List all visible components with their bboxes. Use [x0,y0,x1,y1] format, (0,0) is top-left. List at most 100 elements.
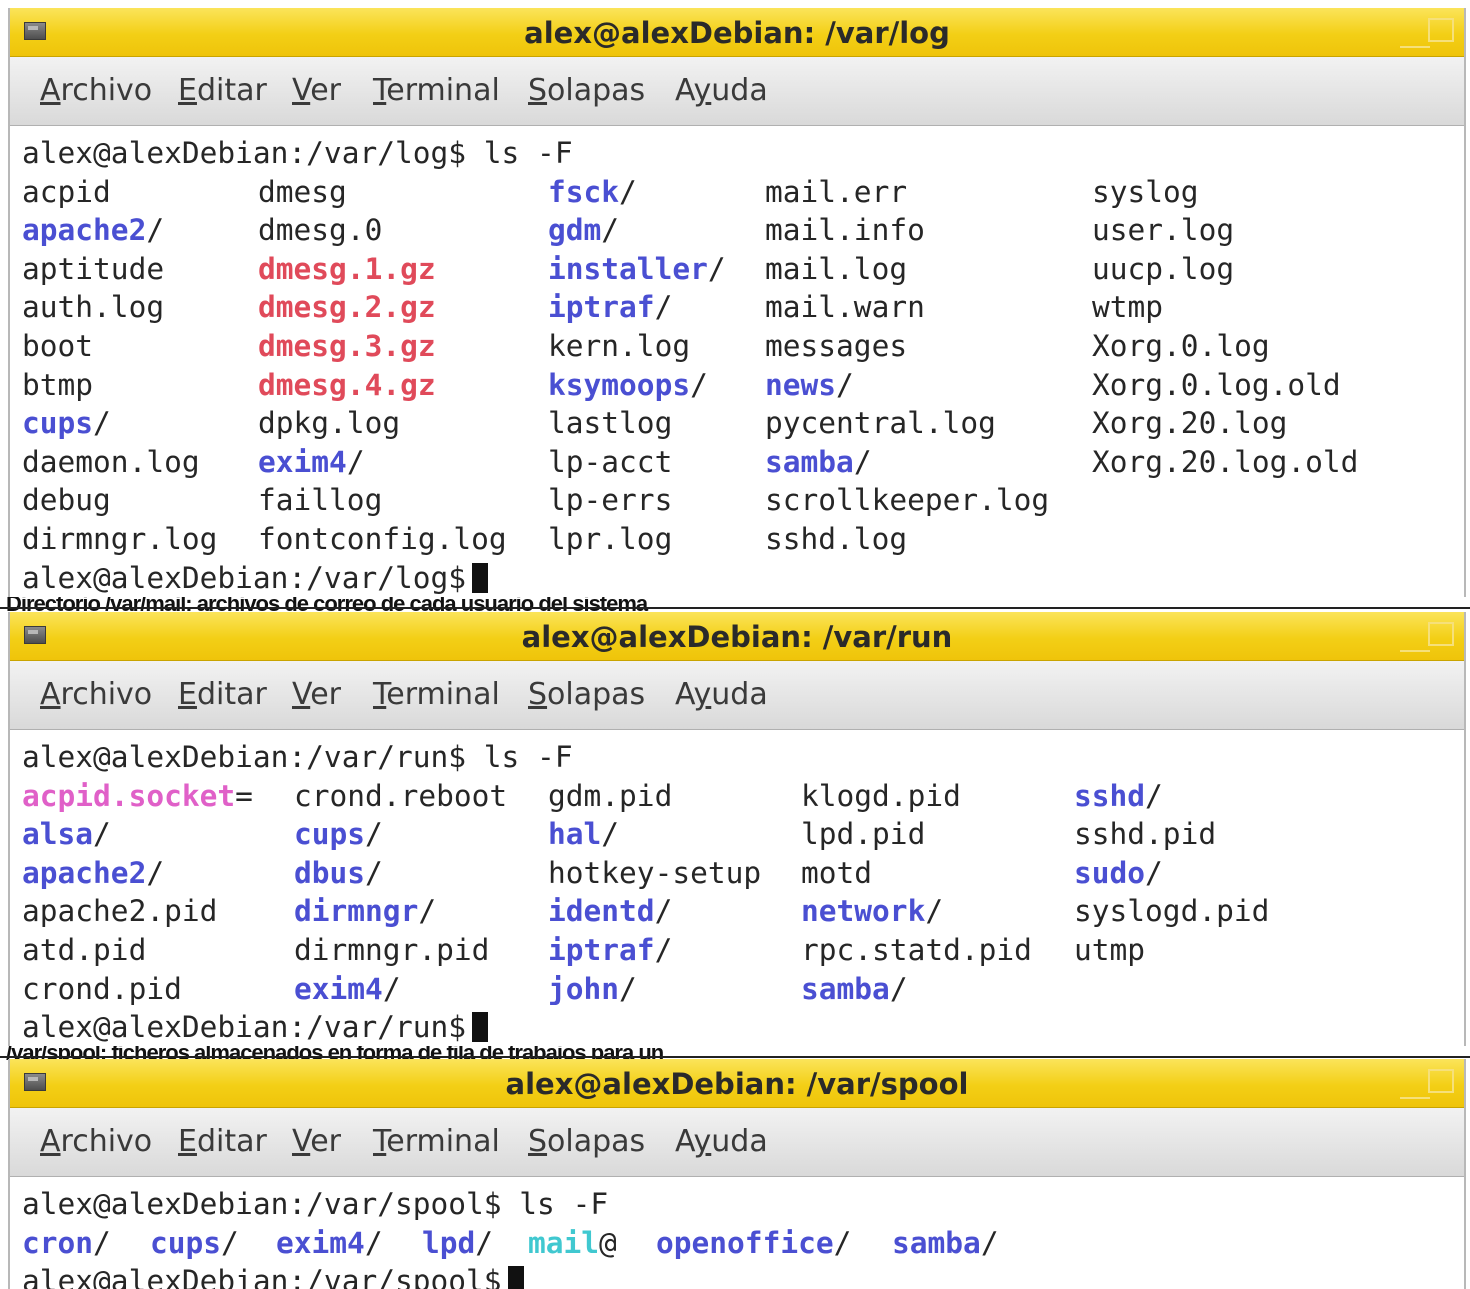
window-controls-icon[interactable] [1396,1067,1456,1101]
prompt-line[interactable]: alex@alexDebian:/var/spool$ [22,1262,524,1289]
file-entry: hal/ [548,817,620,852]
file-entry: messages [765,329,908,363]
file-entry: cups/ [22,406,111,441]
file-entry: rpc.statd.pid [801,933,1032,967]
file-entry: sshd/ [1074,778,1163,813]
file-entry: sshd.pid [1074,817,1217,852]
file-entry: atd.pid [22,933,147,967]
file-entry: lpd.pid [801,817,926,852]
file-entry: exim4/ [294,971,401,1006]
file-entry: mail@ [528,1225,617,1260]
file-entry: alsa/ [22,817,111,852]
file-entry: kern.log [548,329,691,363]
file-entry: identd/ [548,894,673,929]
cursor [472,562,489,593]
file-entry: gdm/ [548,213,620,248]
file-entry: samba/ [765,444,872,479]
divider [0,607,1470,609]
file-entry: dmesg.1.gz [258,251,436,286]
file-entry: dmesg.0 [258,213,383,248]
menu-solapas[interactable]: Solapas [528,677,645,712]
window-title: alex@alexDebian: /var/log [524,16,950,50]
menu-ayuda[interactable]: Ayuda [675,73,768,108]
file-entry: openoffice/ [656,1225,852,1260]
file-entry: dmesg.3.gz [258,329,436,363]
title-bar[interactable]: alex@alexDebian: /var/spool [10,1059,1464,1108]
file-entry: cups/ [150,1225,239,1260]
file-entry: dmesg.2.gz [258,290,436,325]
file-entry: lp-acct [548,444,673,479]
menu-ver[interactable]: Ver [292,677,341,712]
file-entry: samba/ [801,971,908,1006]
file-entry: ksymoops/ [548,367,708,402]
file-entry: wtmp [1092,290,1164,325]
file-entry: faillog [258,483,383,518]
file-entry: installer/ [548,251,726,286]
file-entry: samba/ [892,1225,999,1260]
file-entry: fsck/ [548,174,637,209]
prompt-line[interactable]: alex@alexDebian:/var/log$ [22,559,489,597]
menu-ver[interactable]: Ver [292,1124,341,1159]
file-entry: hotkey-setup [548,855,762,890]
menu-bar: Archivo Editar Ver Terminal Solapas Ayud… [10,57,1464,126]
file-entry: gdm.pid [548,778,673,813]
menu-archivo[interactable]: Archivo [40,1124,152,1159]
terminal-output[interactable]: alex@alexDebian:/var/log$ ls -F acpid apac… [10,126,1464,596]
terminal-window-var-run: alex@alexDebian: /var/run Archivo Editar… [8,612,1466,1052]
file-entry: boot [22,329,94,363]
menu-solapas[interactable]: Solapas [528,73,645,108]
file-entry: mail.warn [765,290,925,325]
terminal-output[interactable]: alex@alexDebian:/var/run$ ls -F acpid.soc… [10,730,1464,1052]
title-bar[interactable]: alex@alexDebian: /var/log [10,8,1464,57]
menu-terminal[interactable]: Terminal [373,1124,500,1159]
file-entry: mail.log [765,251,908,286]
file-entry: exim4/ [258,444,365,479]
window-controls-icon[interactable] [1396,620,1456,654]
file-entry: news/ [765,367,854,402]
menu-ayuda[interactable]: Ayuda [675,677,768,712]
file-entry: iptraf/ [548,933,673,967]
file-entry: pycentral.log [765,406,996,441]
menu-terminal[interactable]: Terminal [373,73,500,108]
file-entry: dmesg.4.gz [258,367,436,402]
caption-strip: /var/spool: ficheros almacenados en form… [0,1046,1470,1060]
file-entry: acpid [22,174,111,209]
caption-strip: Directorio /var/mail: archivos de correo… [0,597,1470,611]
file-entry: apache2/ [22,213,165,248]
window-controls-icon[interactable] [1396,16,1456,50]
file-entry: mail.err [765,174,908,209]
title-bar[interactable]: alex@alexDebian: /var/run [10,612,1464,661]
menu-editar[interactable]: Editar [178,1124,267,1159]
menu-ver[interactable]: Ver [292,73,341,108]
file-entry: utmp [1074,933,1146,967]
prompt-line[interactable]: alex@alexDebian:/var/run$ [22,1008,489,1046]
menu-archivo[interactable]: Archivo [40,677,152,712]
menu-terminal[interactable]: Terminal [373,677,500,712]
file-entry: apache2/ [22,855,165,890]
file-entry: dpkg.log [258,406,401,441]
file-entry: dirmngr.log [22,522,218,556]
menu-bar: Archivo Editar Ver Terminal Solapas Ayud… [10,1108,1464,1177]
file-entry: crond.pid [22,971,182,1006]
terminal-output[interactable]: alex@alexDebian:/var/spool$ ls -F cron/cu… [10,1177,1464,1289]
file-entry: dirmngr.pid [294,933,490,967]
file-entry: scrollkeeper.log [765,483,1050,518]
file-entry: daemon.log [22,444,200,479]
menu-solapas[interactable]: Solapas [528,1124,645,1159]
file-entry: Xorg.0.log [1092,329,1270,363]
file-entry: mail.info [765,213,925,248]
file-entry: Xorg.20.log [1092,406,1288,441]
file-entry: iptraf/ [548,290,673,325]
cursor [472,1012,489,1043]
file-entry: cups/ [294,817,383,852]
command-line: alex@alexDebian:/var/log$ ls -F [22,136,573,170]
file-entry: dmesg [258,174,347,209]
terminal-window-var-spool: alex@alexDebian: /var/spool Archivo Edit… [8,1059,1466,1289]
file-entry: apache2.pid [22,894,218,929]
file-entry: motd [801,855,873,890]
menu-archivo[interactable]: Archivo [40,73,152,108]
file-entry: uucp.log [1092,251,1235,286]
menu-editar[interactable]: Editar [178,73,267,108]
menu-ayuda[interactable]: Ayuda [675,1124,768,1159]
menu-editar[interactable]: Editar [178,677,267,712]
